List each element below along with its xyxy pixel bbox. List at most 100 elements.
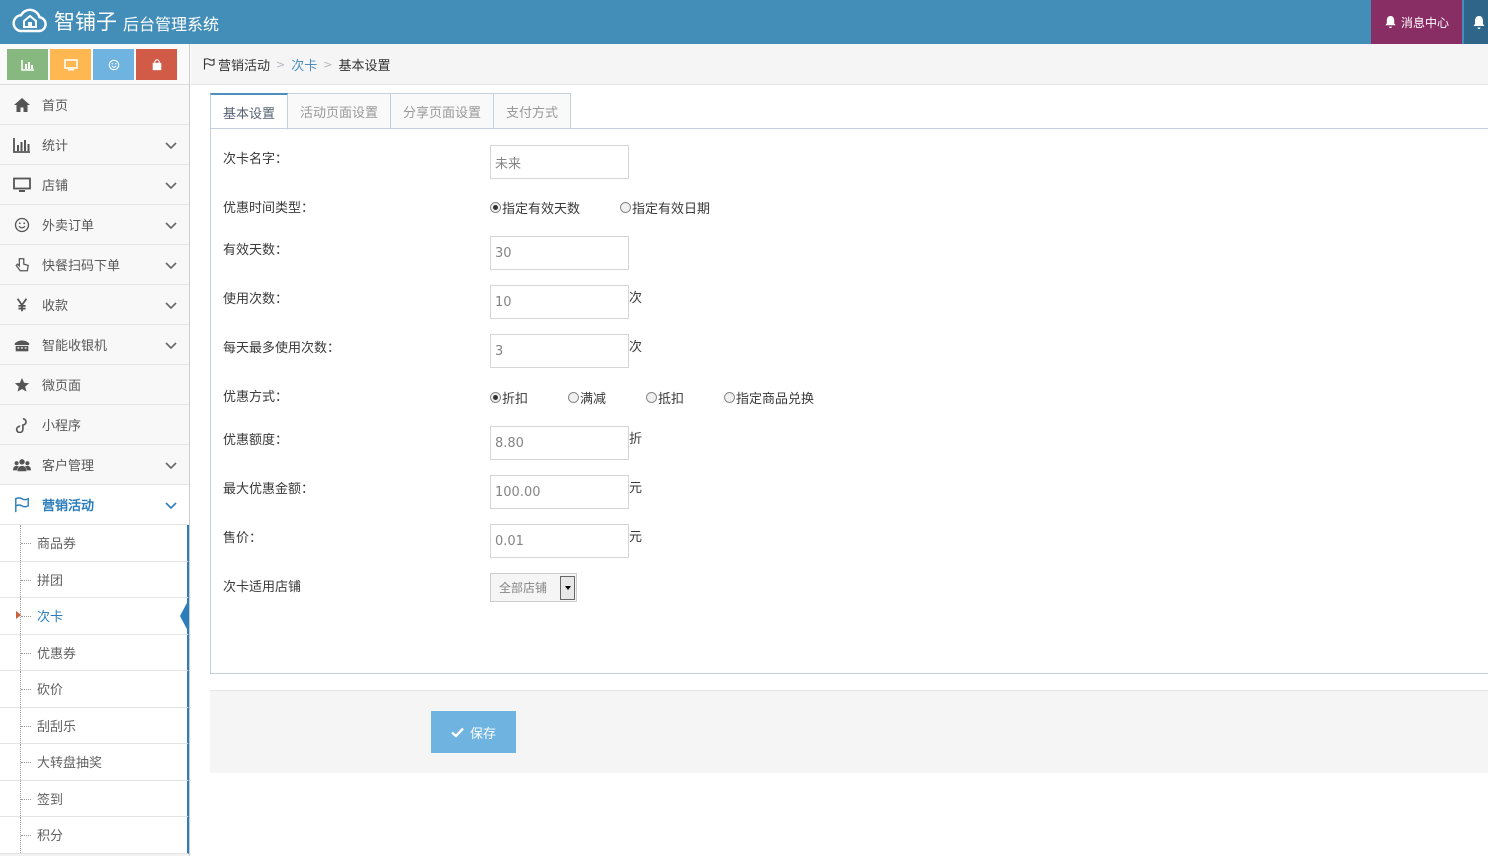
- submenu-item-punch-card[interactable]: 次卡: [0, 598, 189, 635]
- tab-basic-settings[interactable]: 基本设置: [210, 93, 289, 130]
- sidebar-item-label: 微页面: [42, 379, 82, 394]
- submenu-item-label: 签到: [37, 792, 64, 808]
- discount-type-deduction-radio[interactable]: 抵扣: [646, 388, 684, 407]
- submenu-item-label: 大转盘抽奖: [37, 756, 103, 772]
- valid-days-label: 有效天数：: [223, 243, 289, 258]
- stores-select[interactable]: 全部店铺: [490, 573, 577, 602]
- message-center-label: 消息中心: [1400, 15, 1449, 30]
- submenu-item-points[interactable]: 积分: [0, 817, 189, 854]
- radio-label: 折扣: [502, 392, 529, 407]
- discount-amount-input[interactable]: 8.80: [490, 426, 629, 460]
- price-input[interactable]: 0.01: [490, 524, 629, 558]
- use-count-label: 使用次数：: [223, 292, 289, 307]
- chevron-down-icon: [165, 262, 177, 270]
- valid-days-input[interactable]: 30: [490, 236, 629, 270]
- time-type-valid-days-radio[interactable]: 指定有效天数: [490, 198, 580, 217]
- sidebar-item-payments[interactable]: 收款: [0, 285, 189, 325]
- shortcut-store-button[interactable]: [50, 49, 91, 80]
- submenu-item-check-in[interactable]: 签到: [0, 780, 189, 817]
- discount-type-label: 优惠方式：: [223, 390, 289, 405]
- radio-label: 指定商品兑换: [736, 392, 815, 407]
- message-center-button[interactable]: 消息中心: [1371, 0, 1462, 44]
- smile-icon: [108, 59, 119, 70]
- radio-dot: [620, 202, 632, 213]
- logo[interactable]: 智铺子 后台管理系统: [10, 4, 219, 38]
- sidebar-item-quick-scan-order[interactable]: 快餐扫码下单: [0, 245, 189, 285]
- use-count-unit: 次: [629, 291, 643, 306]
- max-discount-input[interactable]: 100.00: [490, 475, 629, 509]
- hand-pointer-icon: [12, 256, 32, 274]
- discount-type-full-reduction-radio[interactable]: 满减: [568, 388, 606, 407]
- submenu-item-product-coupon[interactable]: 商品券: [0, 525, 189, 562]
- discount-type-radio-group: 折扣 满减 抵扣 指定商品兑换: [490, 388, 814, 407]
- sidebar-item-store[interactable]: 店铺: [0, 165, 189, 205]
- radio-dot: [490, 392, 501, 403]
- daily-max-input[interactable]: 3: [490, 334, 629, 368]
- check-icon: [451, 727, 464, 738]
- sidebar-item-smart-pos[interactable]: 智能收银机: [0, 325, 189, 365]
- sidebar-item-label: 小程序: [42, 419, 82, 434]
- sidebar-item-micro-page[interactable]: 微页面: [0, 365, 189, 405]
- discount-type-product-exchange-radio[interactable]: 指定商品兑换: [724, 388, 814, 407]
- sidebar-item-marketing[interactable]: 营销活动: [0, 485, 189, 525]
- shortcut-orders-button[interactable]: [93, 49, 134, 80]
- desktop-icon: [63, 58, 78, 70]
- stores-label: 次卡适用店铺: [223, 580, 302, 595]
- sidebar-item-label: 外卖订单: [42, 219, 95, 234]
- sidebar-item-label: 首页: [42, 99, 69, 114]
- submenu-item-bargain[interactable]: 砍价: [0, 671, 189, 708]
- time-type-label: 优惠时间类型：: [223, 201, 315, 216]
- breadcrumb-separator: >: [323, 57, 333, 71]
- save-button[interactable]: 保存: [431, 711, 516, 753]
- sidebar-item-label: 快餐扫码下单: [42, 259, 121, 274]
- tab-payment-method[interactable]: 支付方式: [494, 93, 572, 129]
- sidebar-item-home[interactable]: 首页: [0, 85, 189, 125]
- discount-type-discount-radio[interactable]: 折扣: [490, 388, 528, 407]
- submenu-item-label: 积分: [37, 829, 64, 845]
- submenu-item-scratch-card[interactable]: 刮刮乐: [0, 707, 189, 744]
- sidebar-shortcuts: [0, 44, 189, 85]
- submenu-item-label: 砍价: [37, 683, 64, 699]
- card-name-label: 次卡名字：: [223, 152, 289, 167]
- radio-label: 满减: [580, 392, 607, 407]
- max-discount-unit: 元: [629, 481, 643, 496]
- form-actions: [210, 690, 1488, 773]
- sidebar-item-customers[interactable]: 客户管理: [0, 445, 189, 485]
- sidebar-item-stats[interactable]: 统计: [0, 125, 189, 165]
- submenu-item-coupon[interactable]: 优惠券: [0, 634, 189, 671]
- sidebar-item-label: 智能收银机: [42, 339, 108, 354]
- breadcrumb-current: 基本设置: [338, 58, 391, 74]
- sidebar-item-label: 统计: [42, 139, 69, 154]
- breadcrumb-root[interactable]: 营销活动: [218, 55, 270, 74]
- dropdown-arrow-icon[interactable]: [560, 576, 575, 600]
- sidebar-item-mini-program[interactable]: 小程序: [0, 405, 189, 445]
- breadcrumb-parent-link[interactable]: 次卡: [291, 55, 317, 74]
- tab-activity-page-settings[interactable]: 活动页面设置: [288, 93, 392, 129]
- use-count-input[interactable]: 10: [490, 285, 629, 319]
- price-label: 售价：: [223, 531, 263, 546]
- brand-subtitle: 后台管理系统: [123, 15, 220, 34]
- chevron-down-icon: [165, 302, 177, 310]
- marketing-submenu: 商品券 拼团 次卡 优惠券 砍价 刮刮乐 大转盘抽奖 签到 积分: [0, 525, 189, 854]
- chevron-down-icon: [165, 222, 177, 230]
- radio-dot: [724, 392, 736, 403]
- radio-label: 抵扣: [658, 392, 685, 407]
- submenu-item-group-buy[interactable]: 拼团: [0, 561, 189, 598]
- card-name-input[interactable]: 未来: [490, 145, 629, 179]
- submenu-item-label: 刮刮乐: [37, 719, 77, 735]
- tab-share-page-settings[interactable]: 分享页面设置: [391, 93, 495, 129]
- shopping-bag-icon: [152, 58, 161, 70]
- user-menu-button[interactable]: [1464, 0, 1488, 44]
- tab-panel: [210, 128, 1488, 674]
- submenu-item-lucky-wheel[interactable]: 大转盘抽奖: [0, 744, 189, 781]
- brand-name: 智铺子: [54, 10, 117, 34]
- top-navbar: 智铺子 后台管理系统 消息中心: [0, 0, 1488, 44]
- radio-dot: [490, 202, 501, 213]
- chevron-down-icon: [165, 462, 177, 470]
- sidebar-item-takeout-orders[interactable]: 外卖订单: [0, 205, 189, 245]
- sidebar-item-label: 收款: [42, 299, 69, 314]
- shortcut-stats-button[interactable]: [7, 49, 48, 80]
- time-type-valid-date-radio[interactable]: 指定有效日期: [620, 198, 710, 217]
- shortcut-shop-button[interactable]: [136, 49, 177, 80]
- sidebar-item-label: 店铺: [42, 179, 69, 194]
